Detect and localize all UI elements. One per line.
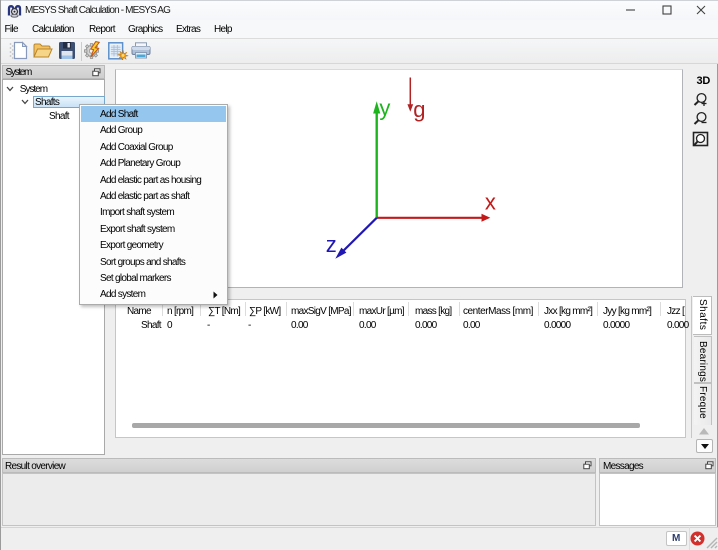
- svg-text:g: g: [413, 97, 425, 122]
- svg-text:z: z: [326, 232, 337, 257]
- svg-text:x: x: [485, 189, 496, 214]
- svg-text:y: y: [379, 95, 390, 120]
